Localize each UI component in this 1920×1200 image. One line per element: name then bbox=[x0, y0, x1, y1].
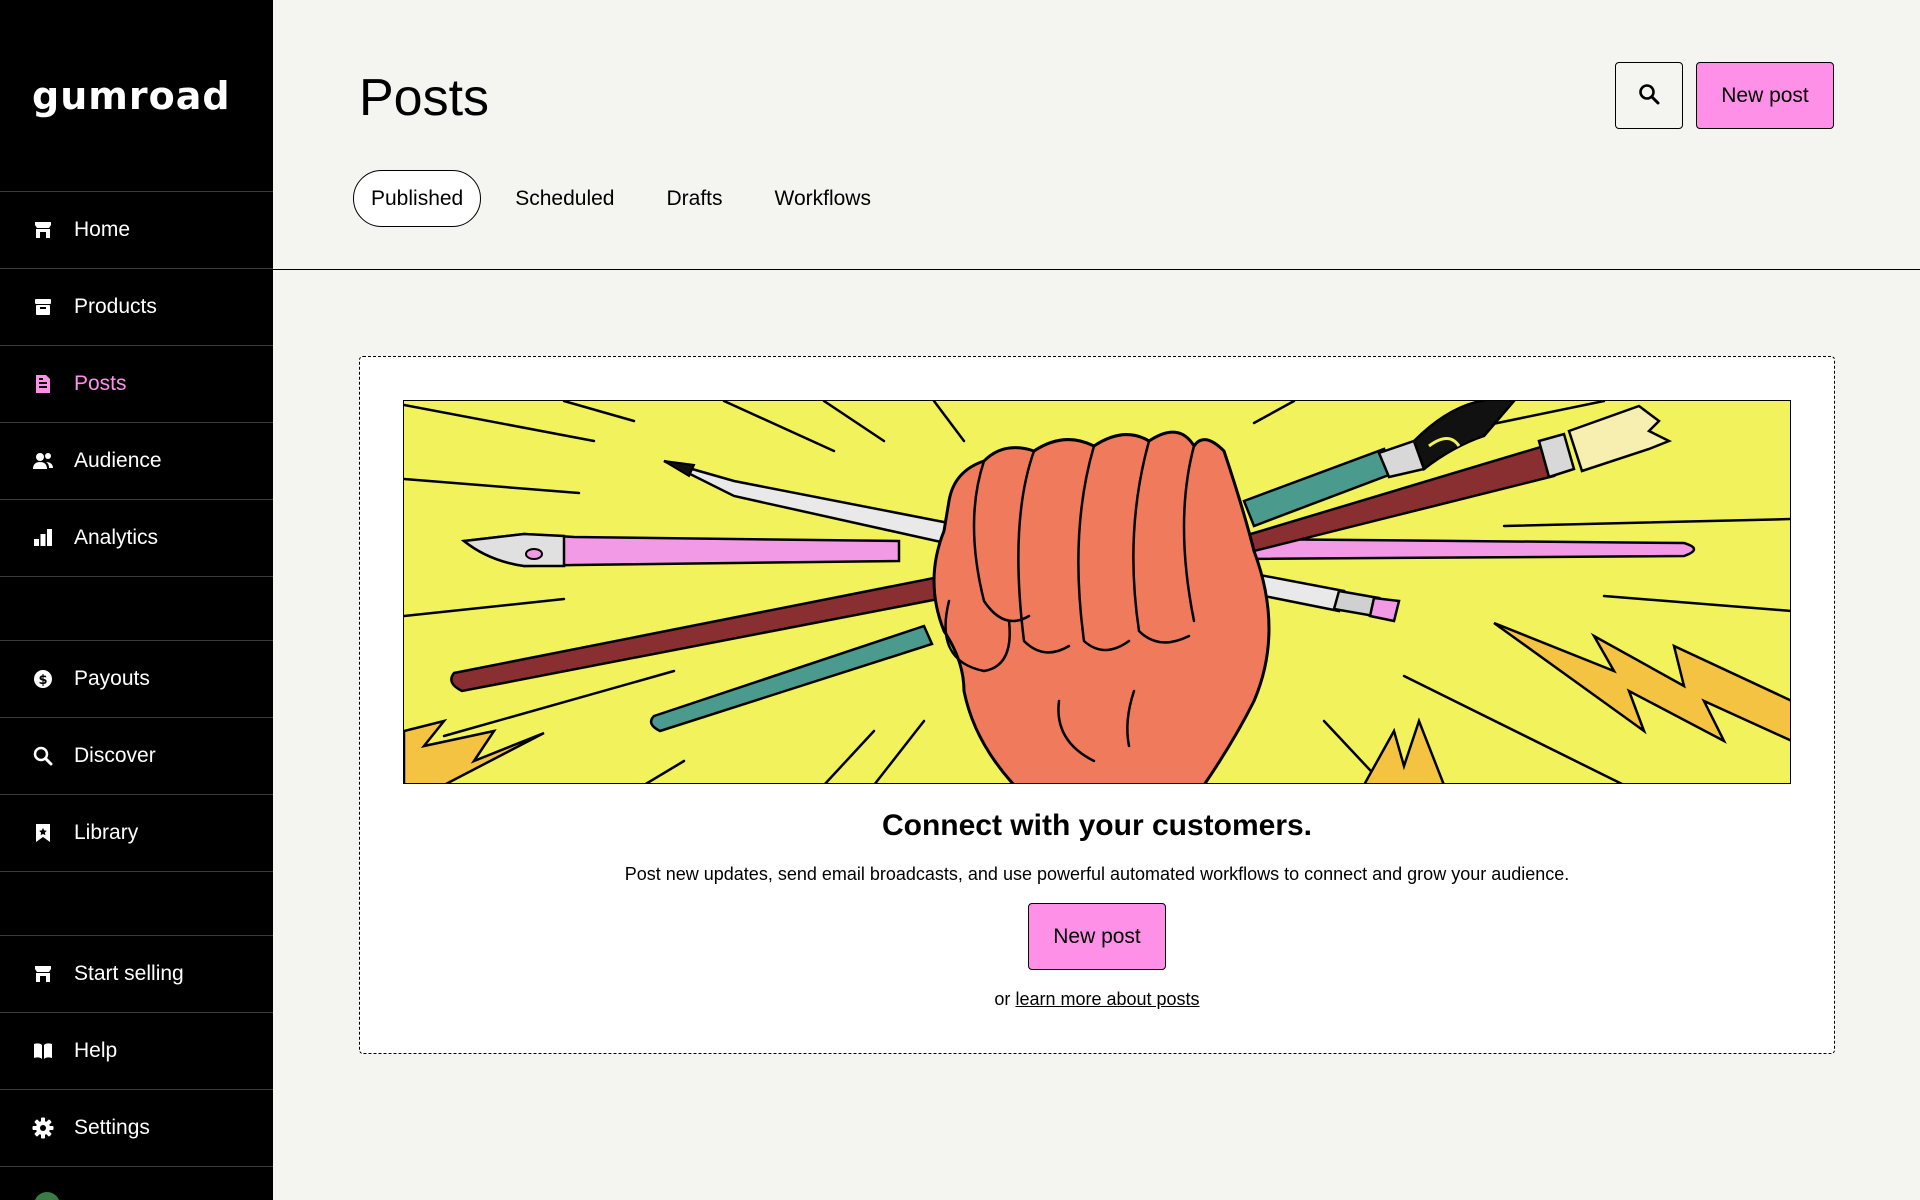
sidebar-item-label: Audience bbox=[74, 449, 162, 472]
dollar-circle-icon: $ bbox=[32, 668, 54, 690]
sidebar-item-label: Settings bbox=[74, 1116, 150, 1139]
empty-state-description: Post new updates, send email broadcasts,… bbox=[624, 864, 1570, 884]
learn-more-link[interactable]: learn more about posts bbox=[1015, 989, 1199, 1009]
bar-chart-icon bbox=[32, 527, 54, 549]
sidebar-item-products[interactable]: Products bbox=[0, 269, 273, 346]
sidebar-item-payouts[interactable]: $ Payouts bbox=[0, 641, 273, 718]
sidebar-item-discover[interactable]: Discover bbox=[0, 718, 273, 795]
archive-icon bbox=[32, 296, 54, 318]
gear-icon bbox=[32, 1117, 54, 1139]
sidebar-item-label: Discover bbox=[74, 744, 156, 767]
sidebar-item-label: Library bbox=[74, 821, 139, 844]
empty-state-heading: Connect with your customers. bbox=[881, 809, 1313, 842]
sidebar-item-library[interactable]: Library bbox=[0, 795, 273, 872]
learn-more-line: or learn more about posts bbox=[360, 989, 1834, 1010]
page-title: Posts bbox=[359, 69, 490, 127]
sidebar-item-analytics[interactable]: Analytics bbox=[0, 500, 273, 577]
tab-drafts[interactable]: Drafts bbox=[648, 170, 740, 227]
tab-scheduled[interactable]: Scheduled bbox=[497, 170, 632, 227]
sidebar-item-settings[interactable]: Settings bbox=[0, 1090, 273, 1167]
page-header: Posts New post Published Scheduled Draft… bbox=[273, 0, 1920, 270]
sidebar-item-label: Posts bbox=[74, 372, 127, 395]
store-icon bbox=[32, 963, 54, 985]
empty-state-card: Connect with your customers. Post new up… bbox=[359, 356, 1835, 1054]
sidebar-item-help[interactable]: Help bbox=[0, 1013, 273, 1090]
sidebar-item-label: Help bbox=[74, 1039, 118, 1062]
sidebar-spacer bbox=[0, 577, 273, 641]
sidebar: GUMROAD Home Products Posts Audience Ana… bbox=[0, 0, 273, 1200]
sidebar-item-start-selling[interactable]: Start selling bbox=[0, 936, 273, 1013]
sidebar-item-label: Payouts bbox=[74, 667, 150, 690]
sidebar-item-label: Start selling bbox=[74, 962, 184, 985]
book-icon bbox=[32, 1040, 54, 1062]
new-post-button-secondary[interactable]: New post bbox=[1028, 903, 1166, 970]
gumroad-logo[interactable]: GUMROAD bbox=[0, 0, 273, 192]
sidebar-item-home[interactable]: Home bbox=[0, 192, 273, 269]
sidebar-item-label: Products bbox=[74, 295, 157, 318]
sidebar-item-label: Home bbox=[74, 218, 131, 241]
people-icon bbox=[32, 450, 54, 472]
sidebar-item-label: Analytics bbox=[74, 526, 159, 549]
document-icon bbox=[32, 373, 54, 395]
bookmark-icon bbox=[32, 822, 54, 844]
avatar[interactable] bbox=[34, 1192, 60, 1200]
search-icon bbox=[32, 745, 54, 767]
sidebar-item-audience[interactable]: Audience bbox=[0, 423, 273, 500]
fist-illustration bbox=[403, 400, 1791, 784]
tab-workflows[interactable]: Workflows bbox=[757, 170, 889, 227]
search-icon bbox=[1638, 83, 1660, 108]
tab-published[interactable]: Published bbox=[353, 170, 482, 227]
sidebar-item-posts[interactable]: Posts bbox=[0, 346, 273, 423]
logo-text: GUMROAD bbox=[32, 73, 231, 118]
sidebar-spacer bbox=[0, 872, 273, 936]
svg-text:$: $ bbox=[38, 673, 47, 688]
footer-prefix: or bbox=[994, 989, 1011, 1009]
store-icon bbox=[32, 219, 54, 241]
post-tabs: Published Scheduled Drafts Workflows bbox=[353, 170, 905, 227]
search-button[interactable] bbox=[1615, 62, 1683, 129]
new-post-button[interactable]: New post bbox=[1696, 62, 1834, 129]
